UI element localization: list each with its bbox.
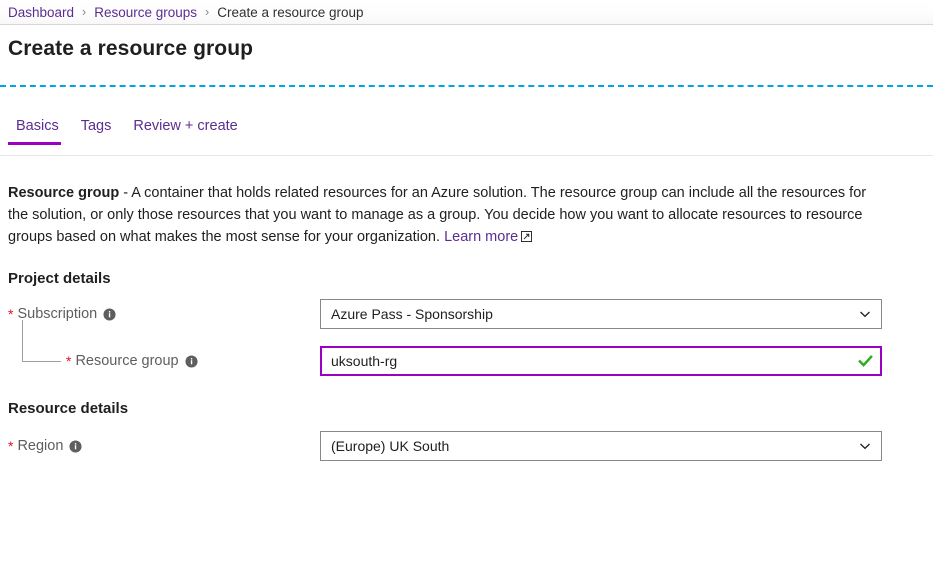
region-label-text: Region: [17, 438, 64, 454]
form-row-subscription: * Subscription Azure Pass - Sponsorship: [8, 299, 933, 329]
breadcrumb-separator-icon: ›: [82, 4, 87, 19]
subscription-label-text: Subscription: [17, 306, 98, 322]
tab-bar: Basics Tags Review + create: [0, 112, 933, 156]
breadcrumb-separator-icon: ›: [205, 4, 210, 19]
info-icon[interactable]: [69, 439, 82, 453]
tab-tags[interactable]: Tags: [70, 112, 123, 145]
command-bar-focus-outline: [0, 85, 933, 87]
region-label: * Region: [8, 438, 320, 454]
form-row-region: * Region (Europe) UK South: [8, 431, 933, 461]
tab-review-create[interactable]: Review + create: [122, 112, 248, 145]
info-icon[interactable]: [185, 354, 198, 368]
breadcrumb-item-dashboard[interactable]: Dashboard: [8, 5, 74, 20]
subscription-dropdown[interactable]: Azure Pass - Sponsorship: [320, 299, 882, 329]
info-icon[interactable]: [103, 307, 116, 321]
region-value: (Europe) UK South: [331, 438, 450, 454]
breadcrumb-item-resource-groups[interactable]: Resource groups: [94, 5, 197, 20]
subscription-value: Azure Pass - Sponsorship: [331, 306, 493, 322]
resource-group-label-text: Resource group: [75, 353, 179, 369]
tab-basics[interactable]: Basics: [8, 112, 70, 145]
form-content: Resource group - A container that holds …: [0, 182, 933, 461]
section-heading-project-details: Project details: [8, 270, 111, 287]
resource-group-input[interactable]: uksouth-rg: [320, 346, 882, 376]
description-body: - A container that holds related resourc…: [8, 185, 867, 245]
page-title: Create a resource group: [8, 37, 254, 60]
form-row-resource-group: * Resource group uksouth-rg: [8, 320, 933, 376]
subscription-label: * Subscription: [8, 306, 320, 322]
description-text: Resource group - A container that holds …: [8, 182, 874, 248]
description-lead: Resource group: [8, 185, 120, 201]
region-dropdown[interactable]: (Europe) UK South: [320, 431, 882, 461]
required-marker: *: [66, 353, 72, 369]
required-marker: *: [8, 306, 14, 322]
section-heading-resource-details: Resource details: [8, 400, 129, 417]
external-link-icon: [521, 227, 533, 242]
breadcrumb: Dashboard › Resource groups › Create a r…: [0, 0, 933, 25]
resource-group-value: uksouth-rg: [331, 353, 398, 369]
learn-more-link[interactable]: Learn more: [444, 229, 518, 245]
breadcrumb-item-current: Create a resource group: [217, 4, 364, 20]
page-header: Create a resource group: [0, 25, 933, 87]
required-marker: *: [8, 438, 14, 454]
resource-group-label: * Resource group: [8, 353, 320, 369]
